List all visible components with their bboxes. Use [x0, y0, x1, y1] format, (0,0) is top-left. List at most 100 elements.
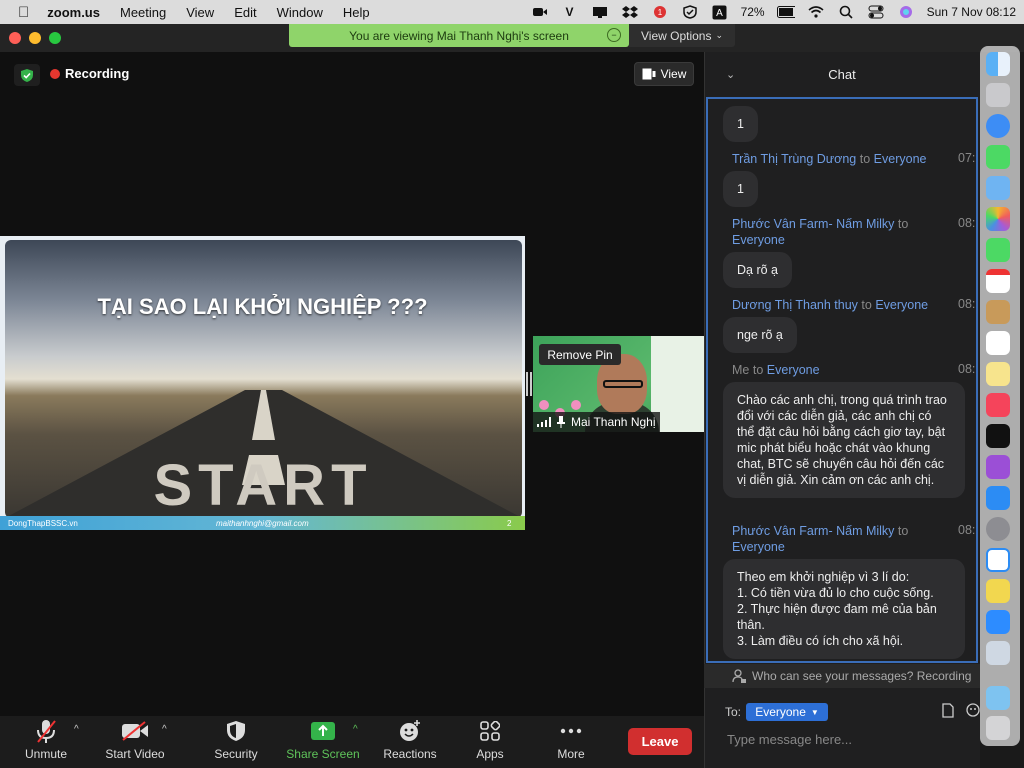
sender-recipient[interactable]: Everyone [875, 298, 928, 312]
recipient-select[interactable]: Everyone ▼ [746, 703, 828, 721]
reactions-button[interactable]: Reactions [380, 718, 440, 761]
chevron-down-icon[interactable]: ⌄ [726, 68, 735, 81]
sender-name[interactable]: Dương Thị Thanh thuy [732, 298, 858, 312]
battery-icon[interactable] [776, 5, 795, 19]
system-preferences-icon[interactable] [986, 517, 1010, 541]
emoji-icon[interactable] [966, 703, 980, 722]
share-options-chevron-icon[interactable]: ^ [353, 724, 358, 735]
reactions-label: Reactions [383, 747, 437, 761]
security-shield-icon [226, 718, 246, 744]
sender-name[interactable]: Phước Vân Farm- Nấm Milky [732, 217, 894, 231]
vivaldi-icon[interactable]: V [561, 5, 579, 19]
zalo-icon[interactable] [986, 548, 1010, 572]
shield-status-icon[interactable] [681, 5, 699, 19]
participant-name: Mai Thanh Nghị [571, 415, 656, 429]
slide-footer-page: 2 [507, 518, 512, 528]
sender-recipient[interactable]: Everyone [874, 152, 927, 166]
video-options-chevron-icon[interactable]: ^ [162, 724, 167, 735]
zoom-icon[interactable] [986, 610, 1010, 634]
menu-edit[interactable]: Edit [234, 5, 256, 20]
mac-menubar:  zoom.us Meeting View Edit Window Help … [0, 0, 1024, 24]
contacts-icon[interactable] [986, 300, 1010, 324]
who-can-see-text: Who can see your messages? Recording [752, 669, 972, 683]
who-can-see-notice[interactable]: Who can see your messages? Recording [704, 664, 980, 688]
flower-decoration [571, 400, 581, 410]
sender-to: to [897, 217, 909, 231]
facetime-icon[interactable] [986, 238, 1010, 262]
input-source-icon[interactable]: A [711, 5, 729, 19]
chat-bubble: Chào các anh chị, trong quá trình trao đ… [723, 382, 965, 498]
apps-button[interactable]: Apps [470, 718, 510, 761]
menu-help[interactable]: Help [343, 5, 370, 20]
recording-indicator[interactable]: Recording [50, 66, 129, 81]
message-time: 07: [958, 151, 976, 165]
preview-icon[interactable] [986, 641, 1010, 665]
sender-recipient[interactable]: Everyone [732, 540, 785, 554]
menu-window[interactable]: Window [277, 5, 323, 20]
camera-status-icon[interactable] [531, 5, 549, 19]
calendar-icon[interactable] [986, 269, 1010, 293]
sender-recipient[interactable]: Everyone [767, 363, 820, 377]
signal-strength-icon [537, 417, 551, 427]
messages-icon[interactable] [986, 145, 1010, 169]
apple-tv-icon[interactable] [986, 424, 1010, 448]
spotlight-search-icon[interactable] [837, 5, 855, 19]
svg-text:1: 1 [657, 8, 662, 17]
share-screen-button[interactable]: Share Screen [282, 718, 364, 761]
chat-bubble: Dạ rõ ạ [723, 252, 792, 288]
chat-sender-line: Phước Vân Farm- Nấm Milky to Everyone [732, 523, 962, 555]
menu-app-name[interactable]: zoom.us [47, 5, 100, 20]
security-button[interactable]: Security [208, 718, 264, 761]
chat-message-input[interactable]: Type message here... [727, 732, 852, 747]
sender-to: to [859, 152, 871, 166]
siri-icon[interactable] [897, 5, 915, 19]
message-time: 08: [958, 523, 976, 537]
notes-icon[interactable] [986, 362, 1010, 386]
menu-meeting[interactable]: Meeting [120, 5, 166, 20]
share-screen-label: Share Screen [286, 747, 360, 761]
finder-icon[interactable] [986, 52, 1010, 76]
dropbox-icon[interactable] [621, 5, 639, 19]
trash-icon[interactable] [986, 716, 1010, 740]
participant-glasses [603, 380, 643, 388]
safari-icon[interactable] [986, 114, 1010, 138]
sender-recipient[interactable]: Everyone [732, 233, 785, 247]
remove-pin-button[interactable]: Remove Pin [539, 344, 621, 365]
podcasts-icon[interactable] [986, 455, 1010, 479]
view-layout-button[interactable]: View [634, 62, 694, 86]
start-video-button[interactable]: Start Video [100, 718, 170, 761]
menu-view[interactable]: View [186, 5, 214, 20]
unmute-button[interactable]: Unmute [20, 718, 72, 761]
downloads-folder-icon[interactable] [986, 686, 1010, 710]
launchpad-icon[interactable] [986, 83, 1010, 107]
reminders-icon[interactable] [986, 331, 1010, 355]
file-icon[interactable] [942, 703, 954, 723]
control-center-icon[interactable] [867, 5, 885, 19]
close-circle-icon[interactable]: − [607, 28, 621, 42]
view-options-button[interactable]: View Options ⌄ [629, 24, 735, 47]
menubar-datetime[interactable]: Sun 7 Nov 08:12 [927, 5, 1016, 19]
security-shield-icon[interactable] [14, 64, 40, 86]
app-store-icon[interactable] [986, 486, 1010, 510]
more-label: More [557, 747, 585, 761]
notification-badge-icon[interactable]: 1 [651, 5, 669, 19]
sender-name[interactable]: Phước Vân Farm- Nấm Milky [732, 524, 894, 538]
sender-to: to [861, 298, 872, 312]
sender-name[interactable]: Trần Thị Trùng Dương [732, 152, 856, 166]
audio-options-chevron-icon[interactable]: ^ [74, 724, 79, 735]
view-options-label: View Options [640, 28, 712, 43]
minimize-window-button[interactable] [29, 32, 41, 44]
close-window-button[interactable] [9, 32, 21, 44]
wifi-icon[interactable] [807, 5, 825, 19]
more-button[interactable]: More [551, 718, 591, 761]
screen-share-status-icon[interactable] [591, 5, 609, 19]
music-icon[interactable] [986, 393, 1010, 417]
apple-icon[interactable]:  [18, 4, 29, 21]
stickies-icon[interactable] [986, 579, 1010, 603]
zoom-window-button[interactable] [49, 32, 61, 44]
leave-meeting-button[interactable]: Leave [628, 728, 692, 755]
split-resize-handle[interactable] [526, 372, 532, 396]
chat-bubble: Theo em khởi nghiệp vì 3 lí do: 1. Có ti… [723, 559, 965, 659]
photos-icon[interactable] [986, 207, 1010, 231]
maps-icon[interactable] [986, 176, 1010, 200]
